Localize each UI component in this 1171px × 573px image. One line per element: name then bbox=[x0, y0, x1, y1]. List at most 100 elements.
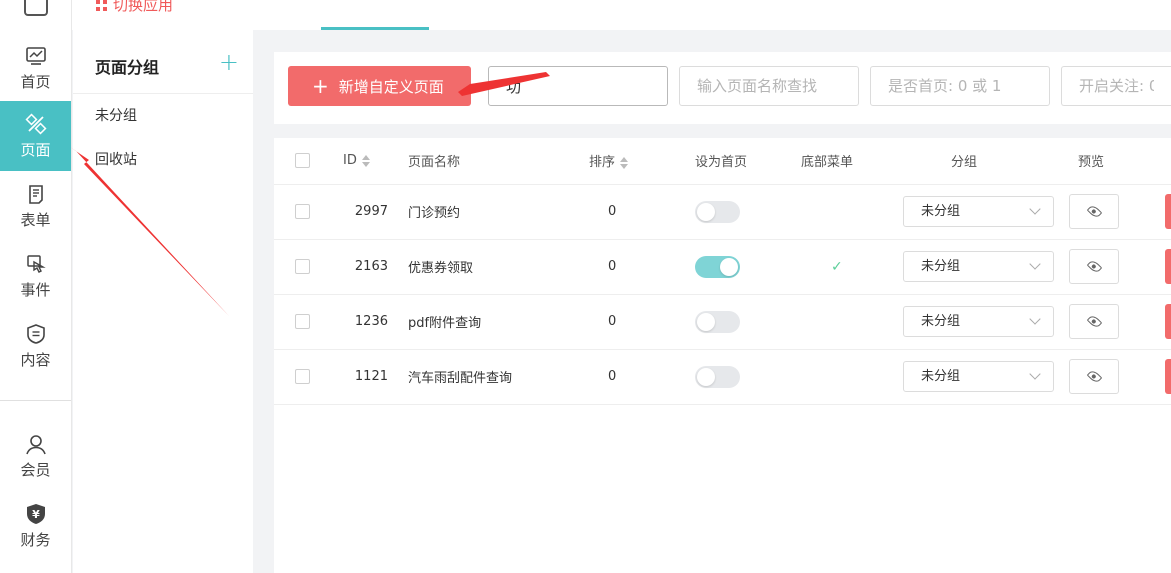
cell-sort: 0 bbox=[589, 294, 695, 350]
col-sort: 排序 bbox=[589, 155, 616, 171]
document-shield-icon bbox=[26, 324, 45, 344]
group-select-value: 未分组 bbox=[921, 369, 961, 384]
preview-button[interactable] bbox=[1069, 249, 1119, 284]
page-name-search-input[interactable] bbox=[679, 66, 859, 106]
eye-icon bbox=[1086, 258, 1103, 275]
col-set-home: 设为首页 bbox=[695, 138, 801, 185]
group-panel-title: 页面分组 bbox=[95, 58, 160, 77]
group-item-ungrouped[interactable]: 未分组 bbox=[73, 94, 253, 138]
cell-sort: 0 bbox=[589, 349, 695, 405]
row-action-button[interactable] bbox=[1165, 304, 1171, 339]
col-bottom-menu: 底部菜单 bbox=[801, 138, 889, 185]
sidebar-item-pages[interactable]: 页面 bbox=[0, 101, 71, 171]
page-group-panel: 页面分组 + 未分组 回收站 bbox=[73, 30, 253, 573]
preview-button[interactable] bbox=[1069, 304, 1119, 339]
sidebar-item-home[interactable]: 首页 bbox=[0, 33, 71, 103]
cell-sort: 0 bbox=[589, 239, 695, 295]
cell-page-name: 汽车雨刮配件查询 bbox=[408, 349, 589, 405]
select-all-checkbox[interactable] bbox=[295, 153, 310, 169]
yen-shield-icon: ¥ bbox=[26, 504, 45, 524]
cell-id: 1236 bbox=[343, 294, 408, 350]
group-panel-header: 页面分组 + bbox=[73, 30, 253, 94]
bottom-menu-check-icon: ✓ bbox=[831, 258, 843, 275]
main-content: + 新增自定义页面 ID 页面名称 排序 设为首页 底部菜单 分组 预览 bbox=[262, 30, 1171, 573]
row-action-button[interactable] bbox=[1165, 359, 1171, 394]
sidebar-item-label: 事件 bbox=[20, 281, 51, 299]
sidebar-item-finance[interactable]: ¥ 财务 bbox=[0, 491, 71, 561]
sidebar-item-label: 首页 bbox=[20, 73, 51, 91]
sort-icon[interactable] bbox=[620, 156, 629, 169]
is-homepage-filter-input[interactable] bbox=[870, 66, 1050, 106]
touch-hand-icon bbox=[26, 255, 46, 273]
row-checkbox[interactable] bbox=[295, 369, 310, 384]
cell-page-name: 门诊预约 bbox=[408, 184, 589, 240]
switch-app-link[interactable]: 切换应用 bbox=[96, 0, 173, 15]
pages-table: ID 页面名称 排序 设为首页 底部菜单 分组 预览 2997 门诊预约 0 未分组 2… bbox=[274, 138, 1171, 405]
col-preview: 预览 bbox=[1069, 138, 1165, 185]
eye-icon bbox=[1086, 203, 1103, 220]
row-action-button[interactable] bbox=[1165, 249, 1171, 284]
preview-button[interactable] bbox=[1069, 359, 1119, 394]
set-home-switch[interactable] bbox=[695, 200, 740, 223]
sidebar-item-content[interactable]: 内容 bbox=[0, 311, 71, 381]
group-select-value: 未分组 bbox=[921, 259, 961, 274]
add-group-icon[interactable]: + bbox=[219, 48, 239, 76]
chevron-down-icon bbox=[1029, 258, 1041, 270]
follow-filter-input[interactable] bbox=[1061, 66, 1171, 106]
top-header: 切换应用 bbox=[72, 0, 1171, 30]
group-select[interactable]: 未分组 bbox=[903, 361, 1054, 392]
group-select-value: 未分组 bbox=[921, 314, 961, 329]
sidebar-item-forms[interactable]: 表单 bbox=[0, 171, 71, 241]
table-header-row: ID 页面名称 排序 设为首页 底部菜单 分组 预览 bbox=[274, 138, 1171, 185]
cell-id: 2997 bbox=[343, 184, 408, 240]
col-actions bbox=[1165, 138, 1171, 185]
sort-icon[interactable] bbox=[361, 154, 370, 167]
toolbar: + 新增自定义页面 bbox=[274, 52, 1171, 124]
sidebar-divider bbox=[0, 400, 71, 401]
sidebar-item-label: 财务 bbox=[20, 531, 51, 549]
icon-sidebar: 首页 页面 表单 事件 内容 会员 ¥ 财务 bbox=[0, 0, 72, 573]
pen-ruler-icon bbox=[24, 113, 47, 135]
add-button-label: 新增自定义页面 bbox=[338, 78, 444, 96]
grid-icon bbox=[96, 0, 107, 11]
table-row: 2997 门诊预约 0 未分组 bbox=[274, 184, 1171, 240]
table-row: 1236 pdf附件查询 0 未分组 bbox=[274, 294, 1171, 350]
sidebar-item-members[interactable]: 会员 bbox=[0, 421, 71, 491]
row-checkbox[interactable] bbox=[295, 259, 310, 274]
group-select[interactable]: 未分组 bbox=[903, 196, 1054, 227]
col-group: 分组 bbox=[889, 138, 1069, 185]
sidebar-item-label: 内容 bbox=[20, 351, 51, 369]
chart-monitor-icon bbox=[25, 47, 46, 65]
sidebar-item-events[interactable]: 事件 bbox=[0, 241, 71, 311]
search-input-1[interactable] bbox=[488, 66, 668, 106]
cell-page-name: pdf附件查询 bbox=[408, 294, 589, 350]
pages-table-card: ID 页面名称 排序 设为首页 底部菜单 分组 预览 2997 门诊预约 0 未分组 2… bbox=[274, 138, 1171, 573]
col-id: ID bbox=[343, 153, 357, 169]
eye-icon bbox=[1086, 313, 1103, 330]
table-row: 1121 汽车雨刮配件查询 0 未分组 bbox=[274, 349, 1171, 405]
form-icon bbox=[28, 185, 43, 204]
sidebar-item-label: 会员 bbox=[20, 461, 51, 479]
chevron-down-icon bbox=[1029, 203, 1041, 215]
table-row: 2163 优惠券领取 0 ✓ 未分组 bbox=[274, 239, 1171, 295]
group-select[interactable]: 未分组 bbox=[903, 251, 1054, 282]
preview-button[interactable] bbox=[1069, 194, 1119, 229]
set-home-switch[interactable] bbox=[695, 255, 740, 278]
switch-app-label: 切换应用 bbox=[113, 0, 174, 14]
row-checkbox[interactable] bbox=[295, 314, 310, 329]
row-checkbox[interactable] bbox=[295, 204, 310, 219]
cell-page-name: 优惠券领取 bbox=[408, 239, 589, 295]
group-select[interactable]: 未分组 bbox=[903, 306, 1054, 337]
col-page-name: 页面名称 bbox=[408, 138, 589, 185]
cell-id: 2163 bbox=[343, 239, 408, 295]
user-icon bbox=[25, 435, 46, 455]
chevron-down-icon bbox=[1029, 368, 1041, 380]
add-custom-page-button[interactable]: + 新增自定义页面 bbox=[288, 66, 471, 106]
app-logo-icon bbox=[24, 0, 48, 16]
set-home-switch[interactable] bbox=[695, 365, 740, 388]
group-item-recycle-bin[interactable]: 回收站 bbox=[73, 138, 253, 182]
svg-text:¥: ¥ bbox=[32, 508, 40, 521]
plus-icon: + bbox=[312, 74, 329, 98]
row-action-button[interactable] bbox=[1165, 194, 1171, 229]
set-home-switch[interactable] bbox=[695, 310, 740, 333]
